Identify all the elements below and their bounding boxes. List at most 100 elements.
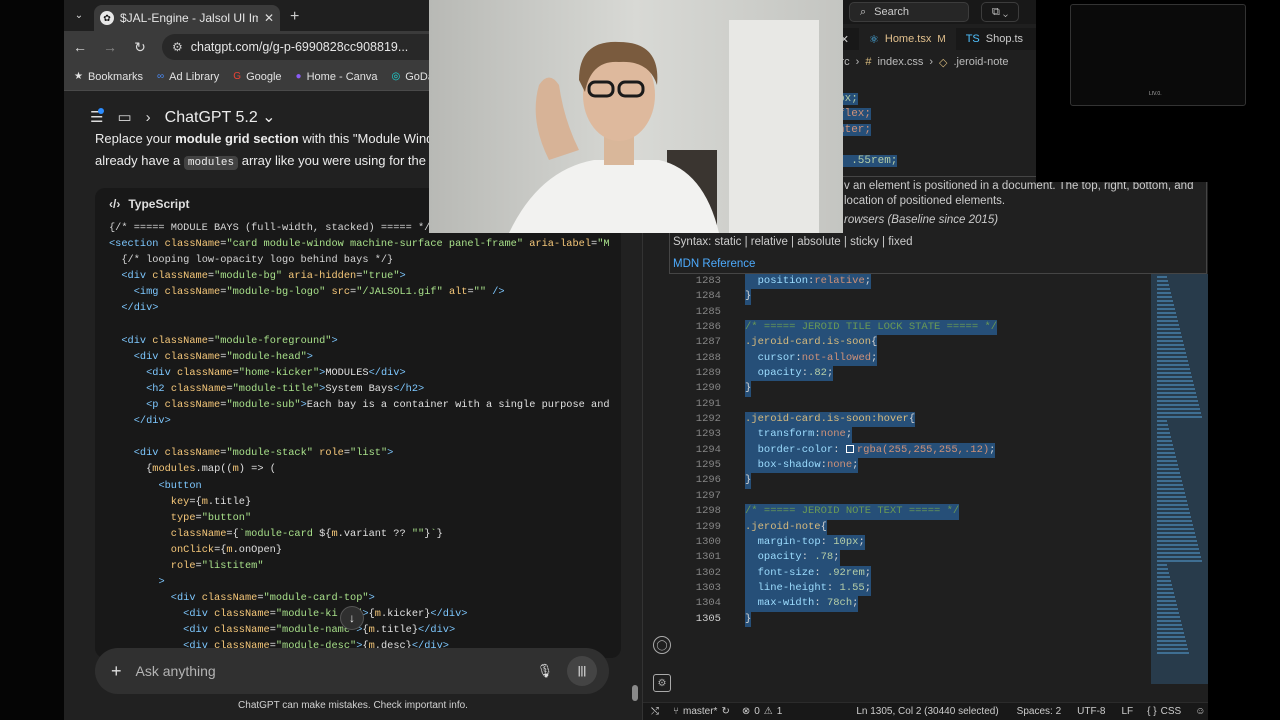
code-text: cursor:not-allowed; xyxy=(745,350,878,367)
code-line[interactable]: 1285 xyxy=(679,305,1149,320)
copilot-status-icon[interactable]: ☺ xyxy=(1195,706,1205,717)
code-text: position:relative; xyxy=(745,274,872,290)
code-language: TypeScript xyxy=(128,197,190,211)
code-text: line-height: 1.55; xyxy=(745,580,872,597)
prose-text: Replace your xyxy=(95,131,176,146)
code-text: opacity: .78; xyxy=(745,550,840,566)
hover-baseline: rowsers (Baseline since 2015) xyxy=(844,214,999,226)
scroll-down-button[interactable]: ↓ xyxy=(340,606,364,630)
code-line[interactable]: 1293 transform:none; xyxy=(679,427,1149,443)
editor-tab-home[interactable]: ⚛ Home.tsx M xyxy=(859,28,956,50)
indentation[interactable]: Spaces: 2 xyxy=(1017,706,1061,717)
minimap[interactable] xyxy=(1151,274,1208,684)
line-number: 1291 xyxy=(695,397,721,410)
forward-icon[interactable]: → xyxy=(102,39,118,55)
code-editor[interactable]: 1283 position:relative; 1284} 1285 1286/* =… xyxy=(679,274,1149,704)
code-line[interactable]: 1288 cursor:not-allowed; xyxy=(679,350,1149,367)
close-tab-icon[interactable]: ✕ xyxy=(264,11,274,25)
code-line[interactable]: 1301 opacity: .78; xyxy=(679,550,1149,566)
problems-item[interactable]: ⊗ 0 ⚠ 1 xyxy=(742,706,782,717)
microphone-icon[interactable]: 🎙 xyxy=(536,663,553,679)
code-line[interactable]: 1286 /* ===== JEROID TILE LOCK STATE ====… xyxy=(679,320,1149,336)
eol[interactable]: LF xyxy=(1121,706,1133,717)
plus-icon[interactable]: + xyxy=(111,661,122,682)
sync-icon: ↻ xyxy=(721,706,730,717)
bookmark-label: Ad Library xyxy=(169,70,220,83)
settings-gear-icon[interactable]: ⚙ xyxy=(653,674,671,692)
webcam-person-image xyxy=(429,0,843,233)
code-line[interactable]: 1296} xyxy=(679,473,1149,489)
line-number: 1293 xyxy=(695,428,721,441)
site-info-icon[interactable]: ⚙ xyxy=(172,40,183,54)
code-line[interactable]: 1297 xyxy=(679,489,1149,504)
code-line[interactable]: 1287 .jeroid-card.is-soon{ xyxy=(679,335,1149,351)
browser-tab[interactable]: ✿ $JAL-Engine - Jalsol UI Improv ✕ xyxy=(94,5,280,31)
copilot-button[interactable]: ⧉ ⌄ xyxy=(981,2,1019,22)
modified-badge: M xyxy=(937,33,946,45)
code-text: } xyxy=(745,381,752,397)
breadcrumb-item[interactable]: index.css xyxy=(877,56,923,68)
code-line[interactable]: 1284} xyxy=(679,289,1149,305)
bookmark-item[interactable]: ● Home - Canva xyxy=(296,71,378,83)
composer-input[interactable]: Ask anything xyxy=(136,663,523,679)
code-line[interactable]: 1303 line-height: 1.55; xyxy=(679,580,1149,597)
code-line[interactable]: 1291 xyxy=(679,397,1149,412)
line-number: 1296 xyxy=(695,474,721,487)
color-swatch-icon[interactable] xyxy=(845,445,854,453)
code-text: margin-top: 10px; xyxy=(745,534,865,551)
chevron-right-icon: › xyxy=(929,56,933,68)
address-bar[interactable]: ⚙ chatgpt.com/g/g-p-6990828cc908819... ☆ xyxy=(162,34,462,60)
composer[interactable]: + Ask anything 🎙 ||| xyxy=(95,648,609,694)
code-text: box-shadow:none; xyxy=(745,458,859,474)
godaddy-icon: ◎ xyxy=(391,71,401,82)
folder-icon[interactable]: ▭ xyxy=(117,108,131,126)
code-line[interactable]: 1294 border-color: rgba(255,255,255,.12)… xyxy=(679,442,1149,459)
react-icon: ⚛ xyxy=(869,33,879,46)
tab-search-icon[interactable]: ⌄ xyxy=(68,5,90,27)
cursor-position[interactable]: Ln 1305, Col 2 (30440 selected) xyxy=(856,706,998,717)
new-tab-icon[interactable]: + xyxy=(290,8,299,26)
bookmark-item[interactable]: ∞ Ad Library xyxy=(157,71,219,83)
code-line[interactable]: 1298 /* ===== JEROID NOTE TEXT ===== */ xyxy=(679,504,1149,520)
code-text: .jeroid-card.is-soon{ xyxy=(745,335,878,351)
editor-tab-shop[interactable]: TS Shop.ts xyxy=(956,28,1033,50)
reload-icon[interactable]: ↻ xyxy=(132,39,148,56)
code-line[interactable]: 1302 font-size: .92rem; xyxy=(679,565,1149,581)
mdn-reference-link[interactable]: MDN Reference xyxy=(673,258,755,270)
notification-dot xyxy=(98,108,104,114)
language-mode[interactable]: { } CSS xyxy=(1147,706,1181,717)
account-icon[interactable]: ◯ xyxy=(653,636,671,654)
code-line[interactable]: 1292 .jeroid-card.is-soon:hover{ xyxy=(679,412,1149,428)
bookmark-label: Google xyxy=(246,70,282,83)
code-above-hover: px; flex; nter; .55rem; xyxy=(838,92,898,169)
code-line[interactable]: 1290} xyxy=(679,381,1149,397)
model-selector[interactable]: ChatGPT 5.2 ⌄ xyxy=(165,107,276,127)
code-line[interactable]: 1295 box-shadow:none; xyxy=(679,458,1149,474)
code-line[interactable]: 1304 max-width: 78ch; xyxy=(679,596,1149,612)
voice-mode-icon[interactable]: ||| xyxy=(567,656,597,686)
remote-icon[interactable]: ⤭ xyxy=(651,706,659,717)
bookmark-item[interactable]: G Google xyxy=(233,71,281,83)
hover-description: v an element is positioned in a document… xyxy=(844,179,1204,209)
command-search[interactable]: ⌕ Search xyxy=(849,2,969,22)
code-line[interactable]: 1305} xyxy=(679,611,1149,627)
code-line[interactable]: 1283 position:relative; xyxy=(679,274,1149,290)
line-number: 1298 xyxy=(695,505,721,518)
encoding[interactable]: UTF-8 xyxy=(1077,706,1105,717)
code-line[interactable]: 1289 opacity:.82; xyxy=(679,366,1149,382)
code-text: } xyxy=(745,289,752,305)
minimap-viewport[interactable] xyxy=(1151,274,1208,684)
code-line[interactable]: 1299 .jeroid-note{ xyxy=(679,519,1149,535)
scrollbar[interactable] xyxy=(632,685,638,701)
branch-item[interactable]: ⑂ master* ↻ xyxy=(673,706,730,717)
branch-label: master* xyxy=(683,706,718,717)
bookmark-item[interactable]: ★ Bookmarks xyxy=(74,71,143,83)
window-preview-thumbnail[interactable]: LIV.0. xyxy=(1070,4,1246,106)
back-icon[interactable]: ← xyxy=(72,39,88,55)
breadcrumb: src › # index.css › ◇ .jeroid-note xyxy=(835,54,1009,70)
code-line[interactable]: 1300 margin-top: 10px; xyxy=(679,534,1149,551)
line-number: 1300 xyxy=(695,535,721,548)
line-number: 1299 xyxy=(695,520,721,533)
breadcrumb-item[interactable]: .jeroid-note xyxy=(953,56,1008,68)
star-icon: ★ xyxy=(74,71,83,82)
